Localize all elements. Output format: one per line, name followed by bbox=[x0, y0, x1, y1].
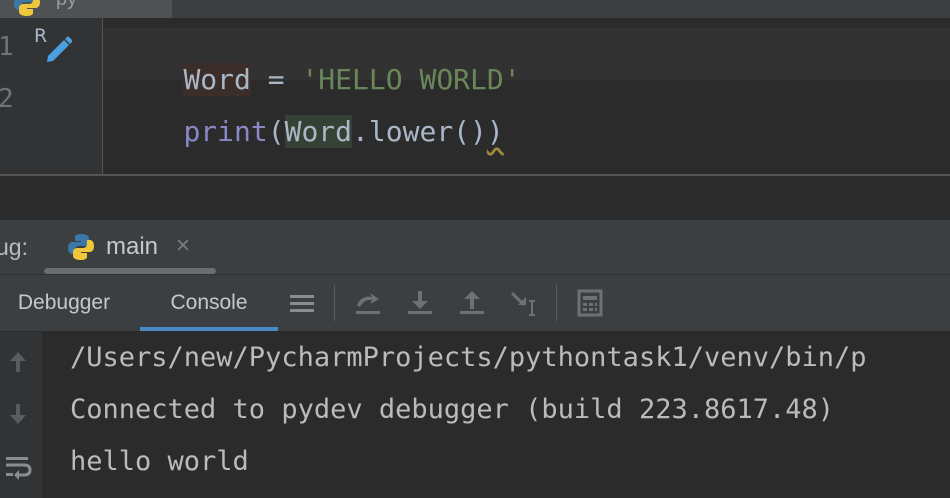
toolbar-separator bbox=[556, 285, 557, 321]
builtin-function-token: print bbox=[183, 115, 268, 148]
tab-console-label: Console bbox=[170, 291, 248, 314]
menu-icon[interactable] bbox=[286, 287, 318, 319]
selected-tab-indicator bbox=[140, 327, 278, 331]
editor-tab-strip: py bbox=[0, 0, 950, 18]
editor-tab-label: py bbox=[56, 0, 77, 11]
editor-gutter: 1 2 R bbox=[0, 18, 103, 174]
code-line-2[interactable]: print(Word.lower()) bbox=[116, 82, 504, 181]
down-arrow-icon[interactable] bbox=[4, 400, 32, 428]
toolbar-separator bbox=[334, 285, 335, 321]
debugger-toolbar: Debugger Console bbox=[0, 275, 950, 332]
up-arrow-icon[interactable] bbox=[4, 348, 32, 376]
editor-empty-area bbox=[0, 176, 950, 220]
python-file-icon bbox=[14, 0, 40, 16]
editor-tab[interactable]: py bbox=[0, 0, 172, 18]
console-line: Connected to pydev debugger (build 223.8… bbox=[70, 394, 835, 425]
debug-tool-window-title: ug: bbox=[0, 234, 28, 260]
run-to-cursor-icon[interactable] bbox=[508, 287, 540, 319]
tab-console[interactable]: Console bbox=[140, 275, 278, 331]
paren-close: ) bbox=[486, 115, 504, 148]
console-side-toolbar bbox=[0, 332, 42, 498]
code-editor[interactable]: 1 2 R Word = 'HELLO WORLD' print(Word.lo… bbox=[0, 18, 950, 174]
active-tab-indicator bbox=[44, 268, 216, 274]
paren-open: ( bbox=[267, 115, 285, 148]
run-config-name: main bbox=[106, 233, 159, 260]
step-out-icon[interactable] bbox=[456, 287, 488, 319]
tab-debugger[interactable]: Debugger bbox=[0, 275, 128, 331]
run-config-tab[interactable]: main × bbox=[44, 220, 216, 274]
python-icon bbox=[68, 234, 94, 260]
show-execution-point-icon[interactable] bbox=[352, 287, 384, 319]
author-edit-icon: R bbox=[34, 26, 72, 62]
variable-token: Word bbox=[284, 115, 353, 148]
method-call-token: .lower() bbox=[352, 115, 487, 148]
line-number: 1 bbox=[0, 32, 14, 62]
console-output[interactable]: /Users/new/PycharmProjects/pythontask1/v… bbox=[42, 332, 950, 498]
debug-tool-window-header: ug: main × bbox=[0, 220, 950, 275]
close-icon[interactable]: × bbox=[176, 232, 190, 260]
line-number: 2 bbox=[0, 84, 14, 114]
evaluate-expression-icon[interactable] bbox=[574, 287, 606, 319]
console-line: /Users/new/PycharmProjects/pythontask1/v… bbox=[70, 342, 867, 373]
soft-wrap-icon[interactable] bbox=[4, 452, 32, 480]
console-line: hello world bbox=[70, 446, 249, 477]
svg-text:R: R bbox=[34, 26, 47, 47]
step-into-icon[interactable] bbox=[404, 287, 436, 319]
